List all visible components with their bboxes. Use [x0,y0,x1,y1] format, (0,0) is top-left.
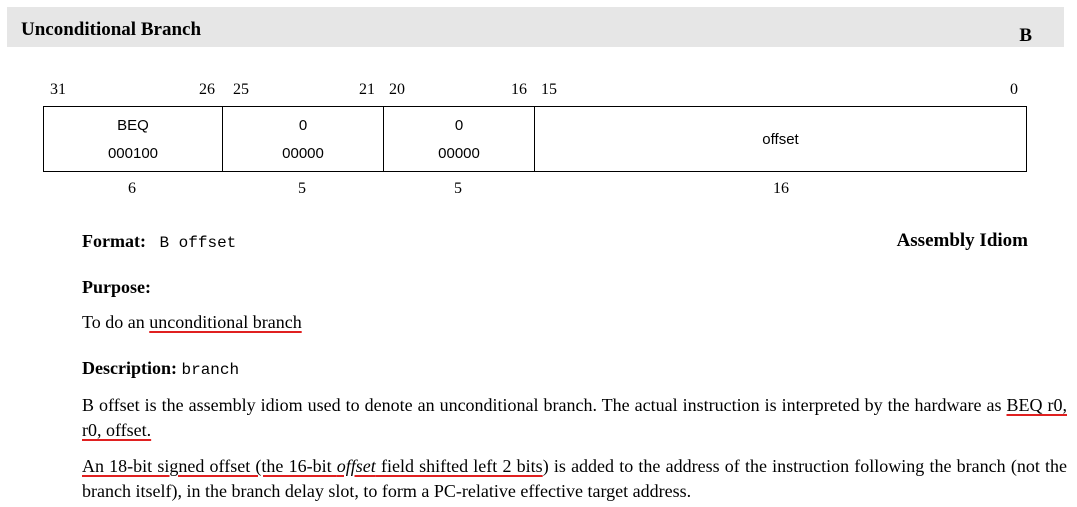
encoding-field-rt: 0 00000 [384,107,535,171]
encoding-field-rs: 0 00000 [223,107,384,171]
encoding-field-opcode: BEQ 000100 [44,107,223,171]
description-paragraph-1: B offset is the assembly idiom used to d… [82,393,1067,443]
field-name: BEQ [117,116,149,134]
field-name: offset [762,130,799,148]
bit-number: 20 [389,81,405,98]
field-width: 5 [454,180,462,197]
field-width: 5 [298,180,306,197]
field-width: 16 [773,180,789,197]
field-value: 00000 [438,144,480,162]
bit-number: 15 [541,81,557,98]
description-p1-text: B offset is the assembly idiom used to d… [82,395,1007,415]
purpose-heading: Purpose: [82,277,151,297]
field-name: 0 [298,116,308,134]
description-p2-highlight: An 18-bit signed offset (the 16-bit offs… [82,456,543,476]
description-p2-text: field shifted left 2 bits [375,456,543,476]
bit-number: 21 [359,81,375,98]
description-paragraph-2: An 18-bit signed offset (the 16-bit offs… [82,454,1067,504]
bit-number: 31 [50,81,66,98]
bit-number: 0 [1010,81,1018,98]
format-type: Assembly Idiom [896,230,1028,251]
section-title-bar: Unconditional Branch B [7,7,1064,47]
page-title: Unconditional Branch [21,19,202,40]
purpose-prefix: To do an [82,312,150,332]
encoding-field-offset: offset [535,107,1026,171]
format-syntax: B offset [159,234,237,252]
description-code: branch [181,361,240,379]
format-label: Format: [82,231,146,251]
instruction-mnemonic: B [1019,25,1032,46]
purpose-highlight: unconditional branch [149,312,302,332]
description-p2-emphasis: offset [336,456,376,476]
format-line: Format: B offset [82,231,236,252]
field-value: 00000 [282,144,324,162]
field-width: 6 [128,180,136,197]
field-value: 000100 [107,144,159,162]
bit-number: 26 [199,81,215,98]
instruction-encoding: BEQ 000100 0 00000 0 00000 offset [43,106,1027,172]
description-p2-text: An 18-bit signed offset (the 16-bit [82,456,337,476]
bit-number: 16 [511,81,527,98]
description-heading-line: Description: branch [82,358,239,379]
purpose-text: To do an unconditional branch [82,310,302,335]
field-name: 0 [454,116,464,134]
bit-number: 25 [233,81,249,98]
description-heading: Description: [82,358,177,378]
